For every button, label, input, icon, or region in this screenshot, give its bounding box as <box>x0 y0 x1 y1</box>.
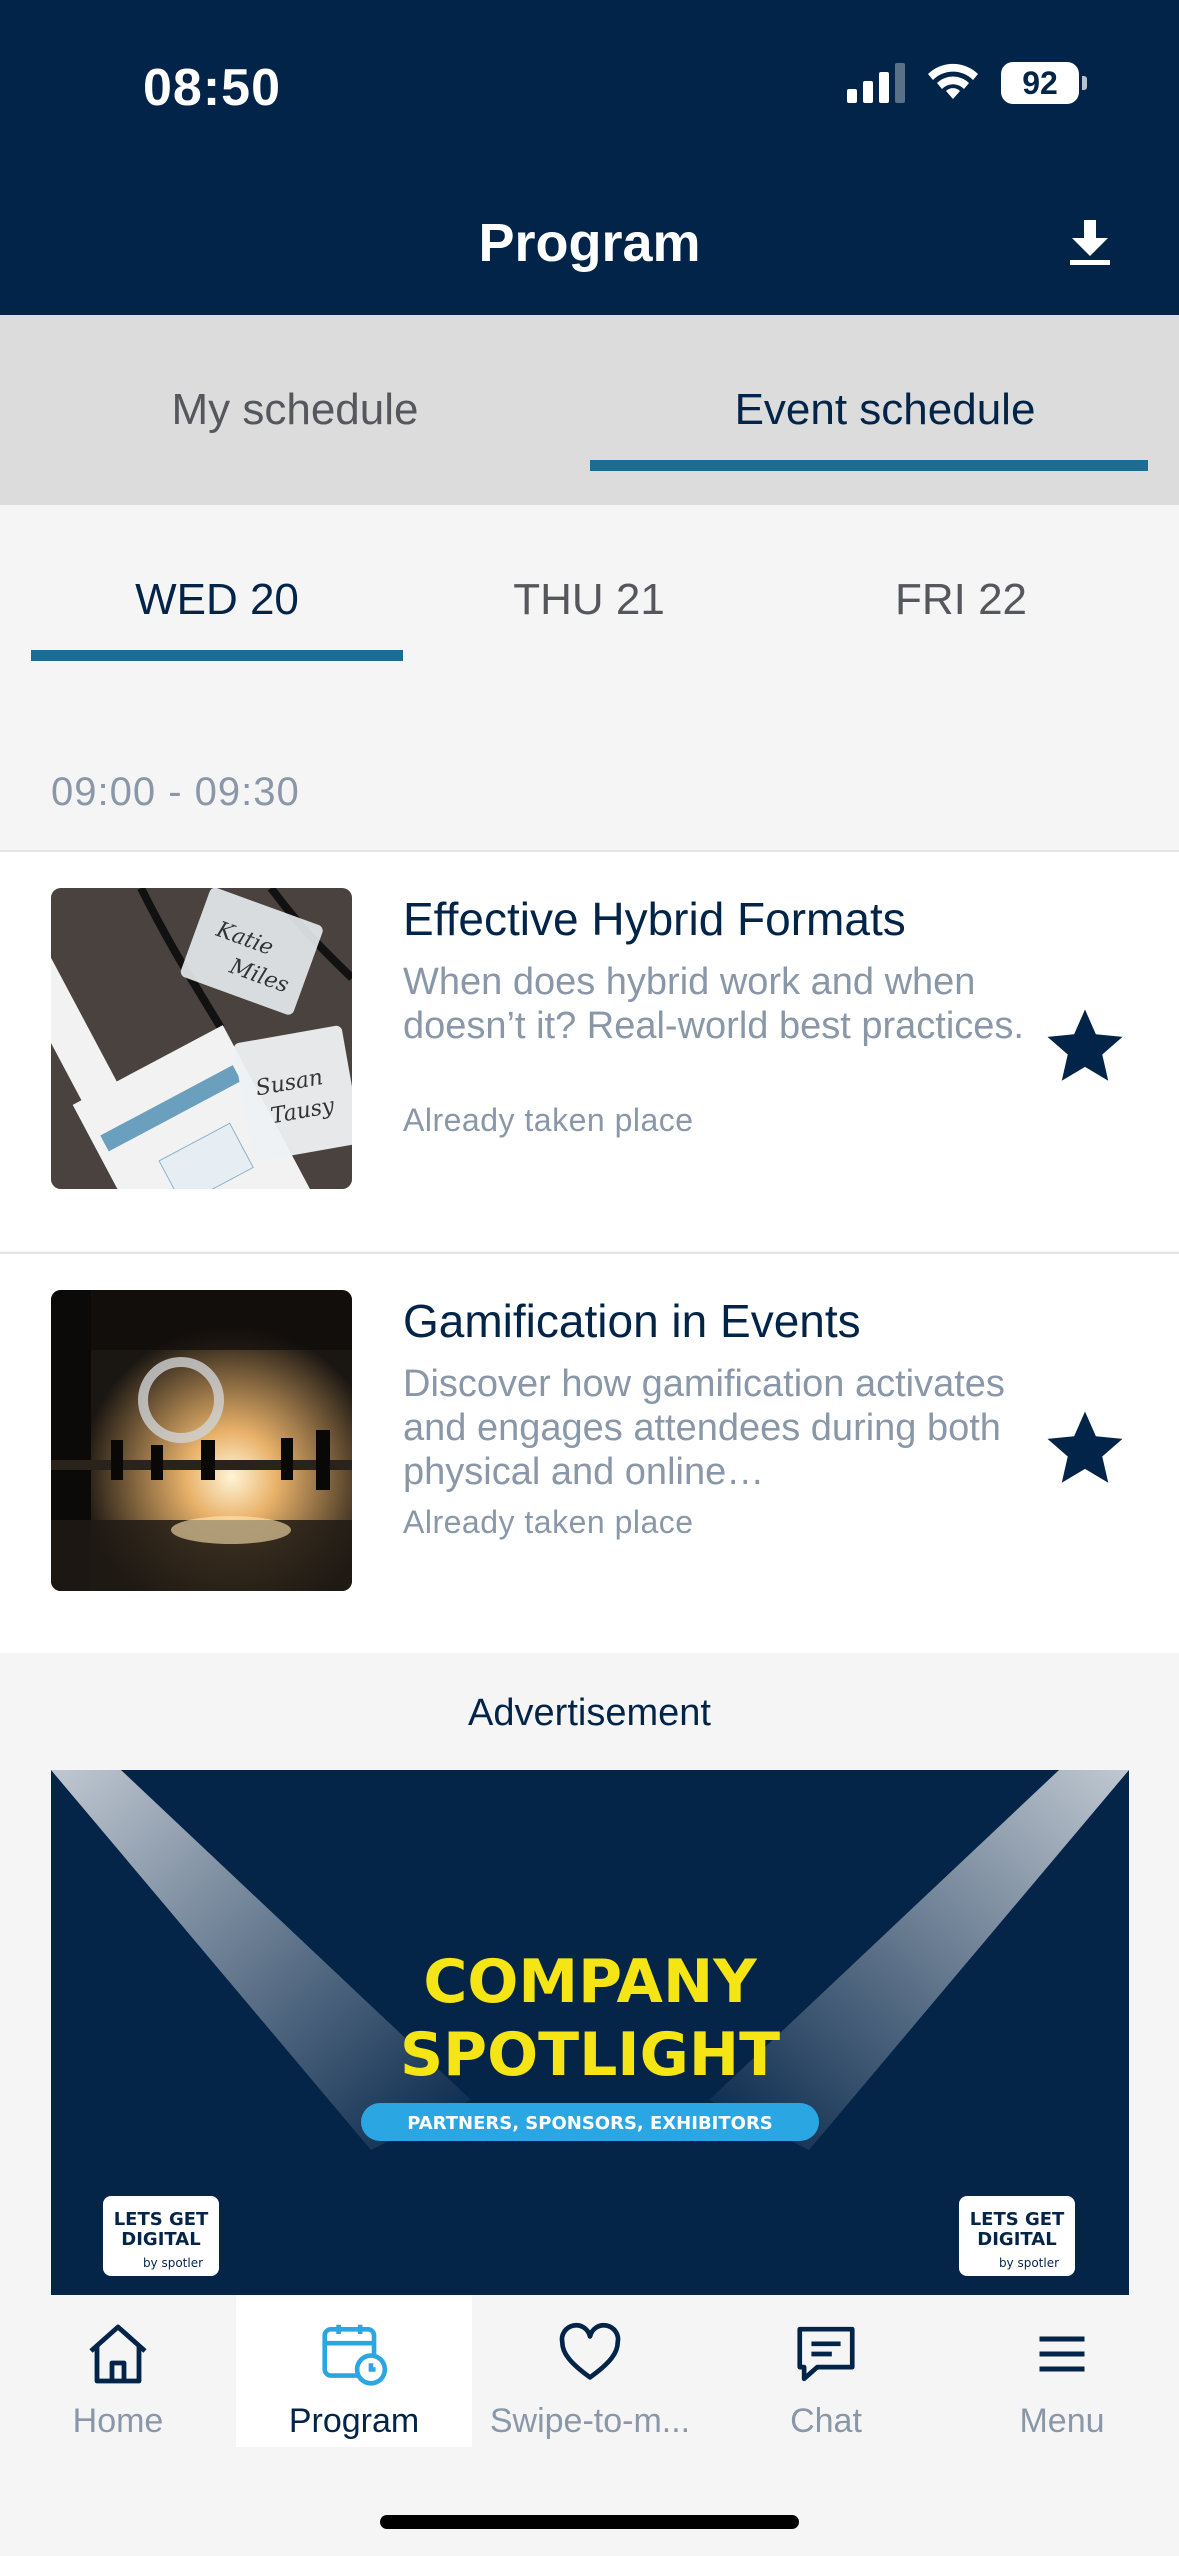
svg-text:LETS GET: LETS GET <box>114 2209 209 2230</box>
app-header: 08:50 92 Program <box>0 0 1179 315</box>
time-slot-label: 09:00 - 09:30 <box>51 770 300 814</box>
ad-logo-right: LETS GET DIGITAL by spotler <box>959 2196 1075 2276</box>
advertisement-label: Advertisement <box>468 1692 711 1734</box>
calendar-clock-icon <box>314 2314 394 2394</box>
svg-text:LETS GET: LETS GET <box>970 2209 1065 2230</box>
nav-menu[interactable]: Menu <box>944 2295 1179 2447</box>
chat-icon <box>786 2314 866 2394</box>
session-description: When does hybrid work and when doesn’t i… <box>403 961 1024 1047</box>
status-time: 08:50 <box>143 59 281 117</box>
ad-pill-text: PARTNERS, SPONSORS, EXHIBITORS <box>407 2113 773 2134</box>
nav-chat[interactable]: Chat <box>708 2295 944 2447</box>
heart-icon <box>550 2314 630 2394</box>
nav-label: Program <box>288 2402 420 2440</box>
session-card[interactable]: Katie Miles Susan Tausy Effective Hybrid… <box>0 850 1179 1251</box>
program-screen: 08:50 92 Program My schedule Event sched… <box>0 0 1179 2556</box>
tab-day-wed[interactable]: WED 20 <box>31 575 403 625</box>
session-card[interactable]: Gamification in Events Discover how gami… <box>0 1252 1179 1653</box>
active-tab-indicator <box>590 460 1148 471</box>
favorite-star-icon[interactable] <box>1040 1002 1130 1092</box>
menu-icon <box>1022 2314 1102 2394</box>
tab-day-fri[interactable]: FRI 22 <box>775 575 1147 625</box>
wifi-icon <box>928 63 978 99</box>
ad-logo-left: LETS GET DIGITAL by spotler <box>103 2196 219 2276</box>
ad-headline-1: COMPANY <box>423 1947 758 2017</box>
battery-icon: 92 <box>1001 62 1087 104</box>
nav-label: Chat <box>790 2402 862 2440</box>
advertisement-banner[interactable]: COMPANY SPOTLIGHT PARTNERS, SPONSORS, EX… <box>51 1770 1129 2300</box>
svg-text:by spotler: by spotler <box>999 2256 1059 2270</box>
download-icon <box>1070 220 1110 265</box>
home-icon <box>78 2314 158 2394</box>
svg-text:DIGITAL: DIGITAL <box>121 2229 200 2250</box>
svg-text:by spotler: by spotler <box>143 2256 203 2270</box>
download-button[interactable] <box>1060 212 1120 272</box>
tab-my-schedule[interactable]: My schedule <box>0 315 590 505</box>
schedule-tabs: My schedule Event schedule <box>0 315 1179 505</box>
nav-program[interactable]: Program <box>236 2295 472 2447</box>
session-thumbnail: Katie Miles Susan Tausy <box>51 888 352 1189</box>
ad-headline-2: SPOTLIGHT <box>400 2020 780 2090</box>
status-icons: 92 <box>847 62 1087 104</box>
svg-text:DIGITAL: DIGITAL <box>977 2229 1056 2250</box>
favorite-star-icon[interactable] <box>1040 1404 1130 1494</box>
session-description: Discover how gamification activates and … <box>403 1363 1005 1493</box>
session-title: Gamification in Events <box>403 1295 861 1347</box>
session-status: Already taken place <box>403 1504 694 1540</box>
tab-event-schedule[interactable]: Event schedule <box>590 315 1179 505</box>
nav-label: Home <box>72 2402 164 2440</box>
home-indicator[interactable] <box>380 2515 799 2529</box>
active-day-indicator <box>31 650 403 661</box>
signal-icon <box>847 63 905 103</box>
page-title: Program <box>478 213 701 273</box>
nav-label: Menu <box>1019 2402 1105 2440</box>
session-title: Effective Hybrid Formats <box>403 893 906 945</box>
nav-swipe-to-meet[interactable]: Swipe-to-m... <box>472 2295 708 2447</box>
nav-label: Swipe-to-m... <box>489 2402 691 2440</box>
session-status: Already taken place <box>403 1102 694 1138</box>
tab-day-thu[interactable]: THU 21 <box>403 575 775 625</box>
session-thumbnail <box>51 1290 352 1591</box>
nav-home[interactable]: Home <box>0 2295 236 2447</box>
